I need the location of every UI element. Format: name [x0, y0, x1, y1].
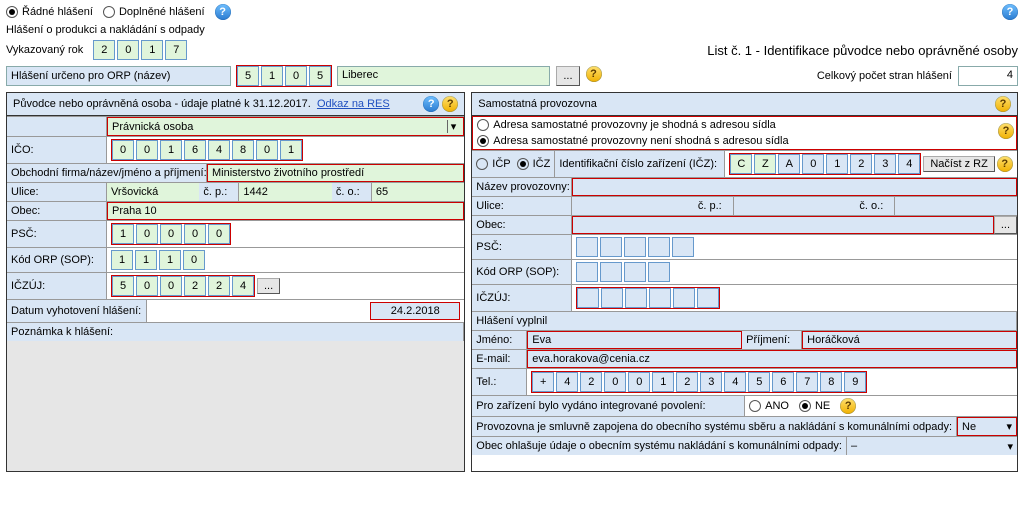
street-label: Ulice:: [7, 183, 107, 201]
chevron-down-icon: ▾: [1006, 420, 1012, 433]
obec-value[interactable]: Praha 10: [107, 202, 464, 220]
date-value[interactable]: 24.2.2018: [370, 302, 460, 320]
ico-value: 00164801: [111, 139, 303, 161]
r-street-field[interactable]: [572, 197, 694, 215]
icz-value: CZA01234: [729, 153, 921, 175]
co-value[interactable]: 65: [372, 183, 464, 201]
r-obec-lookup[interactable]: ...: [994, 216, 1017, 234]
res-link[interactable]: Odkaz na RES: [317, 98, 390, 110]
jmeno-field[interactable]: Eva: [527, 331, 742, 349]
rz-button[interactable]: Načíst z RZ: [923, 156, 994, 172]
amended-report-radio[interactable]: Doplněné hlášení: [103, 6, 205, 18]
obec-label: Obec:: [7, 202, 107, 220]
r-street-label: Ulice:: [472, 197, 572, 215]
psc-label: PSČ:: [7, 221, 107, 247]
r-sop-field[interactable]: [576, 262, 670, 282]
prijmeni-label: Příjmení:: [742, 331, 802, 349]
icz-label: Identifikační číslo zařízení (IČZ):: [555, 151, 725, 177]
note-field[interactable]: [7, 341, 464, 471]
orp-code: 5105: [237, 66, 331, 86]
warn-icon[interactable]: ?: [840, 398, 856, 414]
icp-radio[interactable]: IČP: [476, 158, 510, 170]
warn-icon[interactable]: ?: [995, 96, 1011, 112]
r-co-label: č. o.:: [855, 197, 895, 215]
orp-name: Liberec: [337, 66, 550, 86]
sheet-title: List č. 1 - Identifikace původce nebo op…: [707, 43, 1018, 58]
name-label: Obchodní firma/název/jméno a příjmení:: [7, 164, 207, 182]
sop-label: Kód ORP (SOP):: [7, 248, 107, 272]
iczuj-value: 500224: [111, 275, 255, 297]
pages-label: Celkový počet stran hlášení: [817, 70, 952, 82]
entity-type-select[interactable]: Právnická osoba▾: [107, 117, 464, 136]
prijmeni-field[interactable]: Horáčková: [802, 331, 1017, 349]
warn-icon[interactable]: ?: [997, 156, 1013, 172]
pages-value: 4: [958, 66, 1018, 86]
year-label: Vykazovaný rok: [6, 44, 83, 56]
form-title: Hlášení o produkci a nakládání s odpady: [6, 24, 1018, 36]
help-icon[interactable]: ?: [1002, 4, 1018, 20]
r-obec-label: Obec:: [472, 216, 572, 234]
origin-header: Původce nebo oprávněná osoba - údaje pla…: [13, 98, 311, 110]
r-iczuj-label: IČZÚJ:: [472, 285, 572, 311]
addr-same-radio[interactable]: Adresa samostatné provozovny je shodná s…: [473, 117, 1016, 133]
jmeno-label: Jméno:: [472, 331, 527, 349]
amended-label: Doplněné hlášení: [119, 6, 205, 18]
email-field[interactable]: eva.horakova@cenia.cz: [527, 350, 1017, 368]
help-icon[interactable]: ?: [215, 4, 231, 20]
r-cp-label: č. p.:: [694, 197, 734, 215]
iczuj-lookup-button[interactable]: ...: [257, 278, 280, 294]
ordinary-label: Řádné hlášení: [22, 6, 93, 18]
cp-value[interactable]: 1442: [239, 183, 331, 201]
provname-field[interactable]: [572, 178, 1017, 196]
chevron-down-icon: ▾: [447, 120, 460, 133]
warn-icon[interactable]: ?: [586, 66, 602, 82]
orp-label: Hlášení určeno pro ORP (název): [6, 66, 231, 86]
tel-label: Tel.:: [472, 369, 527, 395]
smluvne-select[interactable]: Ne▾: [957, 417, 1017, 436]
chevron-down-icon: ▾: [1007, 440, 1013, 453]
smluvne-label: Provozovna je smluvně zapojena do obecní…: [472, 417, 957, 436]
help-icon[interactable]: ?: [423, 96, 439, 112]
filled-by-header: Hlášení vyplnil: [472, 312, 1017, 330]
obec-sys-select[interactable]: –▾: [847, 437, 1017, 455]
addr-diff-radio[interactable]: Adresa samostatné provozovny není shodná…: [473, 133, 1016, 149]
provoz-header: Samostatná provozovna: [478, 98, 597, 110]
sop-value: 1110: [111, 250, 205, 270]
ordinary-report-radio[interactable]: Řádné hlášení: [6, 6, 93, 18]
r-obec-field[interactable]: [572, 216, 994, 234]
cp-label: č. p.:: [199, 183, 239, 201]
obec-sys-label: Obec ohlašuje údaje o obecním systému na…: [472, 437, 847, 455]
r-psc-label: PSČ:: [472, 235, 572, 259]
ico-label: IČO:: [7, 137, 107, 163]
ip-no-radio[interactable]: NE: [799, 400, 830, 412]
email-label: E-mail:: [472, 350, 527, 368]
date-label: Datum vyhotovení hlášení:: [7, 300, 147, 322]
co-label: č. o.:: [332, 183, 372, 201]
icz-radio[interactable]: IČZ: [517, 158, 551, 170]
orp-lookup-button[interactable]: ...: [556, 66, 579, 86]
warn-icon[interactable]: ?: [442, 96, 458, 112]
name-value[interactable]: Ministerstvo životního prostředí: [207, 164, 464, 182]
tel-field[interactable]: +4200123456789: [531, 371, 867, 393]
provname-label: Název provozovny:: [472, 178, 572, 196]
street-value[interactable]: Vršovická: [107, 183, 199, 201]
ip-yes-radio[interactable]: ANO: [749, 400, 789, 412]
r-iczuj-field[interactable]: [576, 287, 720, 309]
r-cp-field[interactable]: [734, 197, 856, 215]
note-label: Poznámka k hlášení:: [7, 323, 464, 341]
ip-label: Pro zařízení bylo vydáno integrované pov…: [472, 396, 745, 416]
r-co-field[interactable]: [895, 197, 1017, 215]
iczuj-label: IČZÚJ:: [7, 273, 107, 299]
warn-icon[interactable]: ?: [998, 123, 1014, 139]
r-sop-label: Kód ORP (SOP):: [472, 260, 572, 284]
r-psc-field[interactable]: [576, 237, 694, 257]
year-value: 2017: [93, 40, 187, 60]
psc-value: 10000: [111, 223, 231, 245]
